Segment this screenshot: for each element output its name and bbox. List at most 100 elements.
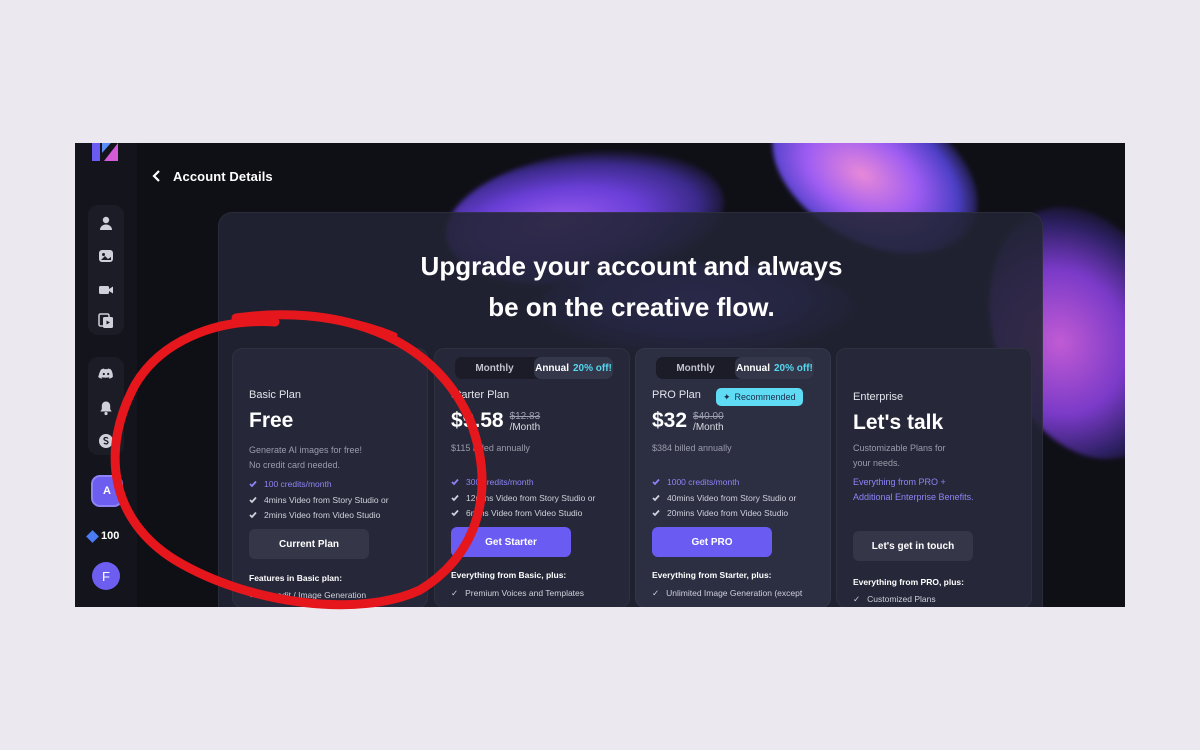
- page-title: Account Details: [173, 169, 273, 184]
- toggle-annual[interactable]: Annual 20% off!: [534, 357, 613, 379]
- sidebar-item-notifications[interactable]: [96, 398, 116, 418]
- feature-text: 40mins Video from Story Studio or: [667, 493, 797, 503]
- sidebar-nav-group: [88, 357, 124, 455]
- plan-name: PRO Plan: [652, 389, 701, 401]
- price-period: /Month: [693, 422, 724, 433]
- original-price: $12.83: [509, 411, 541, 422]
- headline-line-1: Upgrade your account and always: [420, 251, 843, 281]
- bell-icon: [100, 401, 112, 416]
- feature-item: ✓ Customized Plans: [853, 594, 936, 605]
- feature-item: 40mins Video from Story Studio or: [652, 493, 796, 503]
- check-icon: [451, 478, 459, 486]
- sidebar-item-story[interactable]: [96, 311, 116, 331]
- sidebar-item-active[interactable]: A: [91, 475, 123, 507]
- plan-card-basic: Basic Plan Free Generate AI images for f…: [232, 348, 428, 607]
- benefit-line: Additional Enterprise Benefits.: [853, 492, 974, 502]
- feature-text: 300 credits/month: [466, 477, 534, 487]
- plan-description: Customizable Plans for your needs.: [853, 441, 1013, 471]
- chevron-left-icon: [152, 170, 160, 182]
- feature-text: 1 credit / Image Generation: [263, 590, 367, 600]
- feature-text: 20mins Video from Video Studio: [667, 508, 789, 518]
- plan-price: $9.58 $12.83/Month: [451, 409, 540, 433]
- toggle-annual-label: Annual: [736, 362, 770, 374]
- plan-description-line: No credit card needed.: [249, 460, 341, 470]
- sidebar: A 100 F: [75, 143, 137, 607]
- original-price: $40.00: [693, 411, 724, 422]
- plan-description: Generate AI images for free! No credit c…: [249, 443, 409, 473]
- check-icon: ✓: [451, 588, 459, 598]
- credit-icon: [86, 529, 99, 543]
- credit-balance: 100: [86, 525, 119, 547]
- price-amount: $32: [652, 409, 688, 432]
- image-studio-icon: [99, 250, 113, 262]
- discount-label: 20% off!: [773, 362, 813, 374]
- toggle-monthly[interactable]: Monthly: [455, 357, 534, 379]
- sidebar-item-billing[interactable]: [96, 431, 116, 451]
- feature-text: 100 credits/month: [264, 479, 332, 489]
- billing-toggle: Monthly Annual 20% off!: [455, 357, 613, 379]
- feature-item: 100 credits/month: [249, 479, 332, 489]
- feature-text: Premium Voices and Templates: [465, 588, 585, 598]
- plan-card-enterprise: Enterprise Let's talk Customizable Plans…: [836, 348, 1032, 607]
- feature-item: ✓ 1 credit / Image Generation: [249, 590, 366, 601]
- feature-item: 20mins Video from Video Studio: [652, 508, 788, 518]
- check-icon: [249, 480, 257, 488]
- plan-description-line: your needs.: [853, 458, 901, 468]
- feature-item: 12mins Video from Story Studio or: [451, 493, 595, 503]
- toggle-annual[interactable]: Annual 20% off!: [735, 357, 814, 379]
- section-title: Everything from PRO, plus:: [853, 577, 964, 587]
- toggle-monthly[interactable]: Monthly: [656, 357, 735, 379]
- feature-text: 12mins Video from Story Studio or: [466, 493, 596, 503]
- pricing-headline: Upgrade your account and always be on th…: [219, 246, 1044, 328]
- check-icon: ✓: [853, 594, 861, 604]
- check-icon: ✓: [652, 588, 660, 598]
- avatar[interactable]: F: [92, 562, 120, 590]
- badge-label: Recommended: [734, 392, 796, 402]
- contact-sales-button[interactable]: Let's get in touch: [853, 531, 973, 561]
- back-button[interactable]: [150, 169, 164, 183]
- plan-name: Basic Plan: [249, 389, 301, 401]
- feature-item: ✓ Unlimited Image Generation (except: [652, 588, 802, 599]
- sidebar-item-discord[interactable]: [96, 364, 116, 384]
- plan-price: Let's talk: [853, 411, 944, 434]
- feature-item: 6mins Video from Video Studio: [451, 508, 582, 518]
- plan-card-starter: Monthly Annual 20% off! Starter Plan $9.5…: [434, 348, 630, 607]
- feature-item: 300 credits/month: [451, 477, 534, 487]
- check-icon: ✓: [249, 590, 257, 600]
- app-logo: [92, 143, 118, 161]
- sidebar-item-video[interactable]: [96, 280, 116, 300]
- plan-name: Enterprise: [853, 391, 904, 403]
- price-amount: $9.58: [451, 409, 504, 432]
- feature-text: 2mins Video from Video Studio: [264, 510, 381, 520]
- sidebar-nav-group: [88, 205, 124, 335]
- toggle-annual-label: Annual: [535, 362, 569, 374]
- get-pro-button[interactable]: Get PRO: [652, 527, 772, 557]
- get-starter-button[interactable]: Get Starter: [451, 527, 571, 557]
- section-title: Features in Basic plan:: [249, 573, 343, 583]
- feature-text: Unlimited Image Generation (except: [666, 588, 803, 598]
- check-icon: [652, 494, 660, 502]
- plan-card-pro: Monthly Annual 20% off! PRO Plan ✦ Recomme…: [635, 348, 831, 607]
- benefit-line: Everything from PRO +: [853, 477, 946, 487]
- sidebar-item-image-studio[interactable]: [96, 246, 116, 266]
- user-icon: [100, 216, 112, 230]
- check-icon: [652, 478, 660, 486]
- feature-text: 1000 credits/month: [667, 477, 740, 487]
- section-title: Everything from Basic, plus:: [451, 570, 567, 580]
- section-title: Everything from Starter, plus:: [652, 570, 772, 580]
- feature-item: 2mins Video from Video Studio: [249, 510, 380, 520]
- headline-line-2: be on the creative flow.: [488, 292, 775, 322]
- check-icon: [249, 496, 257, 504]
- feature-text: Customized Plans: [867, 594, 936, 604]
- current-plan-button[interactable]: Current Plan: [249, 529, 369, 559]
- pricing-panel: Upgrade your account and always be on th…: [218, 212, 1043, 607]
- sidebar-item-profile[interactable]: [96, 213, 116, 233]
- feature-item: 1000 credits/month: [652, 477, 739, 487]
- story-icon: [98, 313, 113, 328]
- plan-name: Starter Plan: [451, 389, 510, 401]
- plan-price: $32 $40.00/Month: [652, 409, 724, 433]
- feature-text: 4mins Video from Story Studio or: [264, 495, 389, 505]
- plan-description-line: Generate AI images for free!: [249, 445, 363, 455]
- check-icon: [451, 494, 459, 502]
- check-icon: [249, 511, 257, 519]
